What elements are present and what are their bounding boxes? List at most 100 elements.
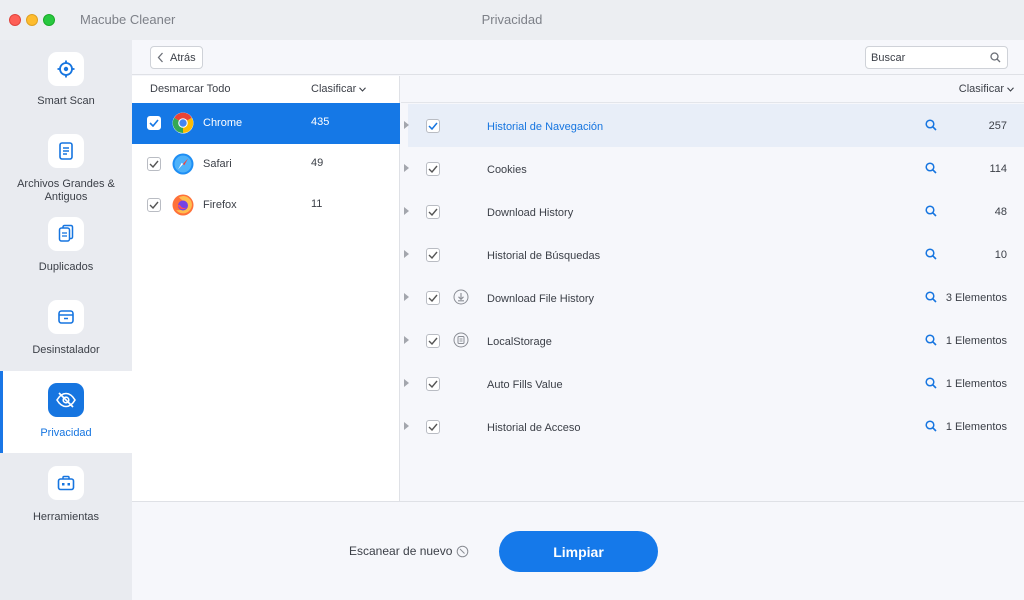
preview-search-icon[interactable] — [925, 205, 937, 217]
checkbox[interactable] — [426, 420, 440, 434]
sort-dropdown[interactable]: Clasificar — [959, 83, 1014, 95]
checkbox[interactable] — [147, 116, 161, 130]
rescan-button[interactable]: Escanear de nuevo — [349, 544, 469, 558]
preview-search-icon[interactable] — [925, 162, 937, 174]
nav-item-smart-scan[interactable]: Smart Scan — [0, 40, 132, 122]
browser-row-chrome[interactable]: Chrome 435 — [132, 103, 400, 144]
item-row-autofills[interactable]: Auto Fills Value 1 Elementos — [401, 362, 1024, 405]
firefox-logo-icon — [172, 194, 194, 216]
browser-list-panel: Desmarcar Todo Clasificar Chrome 435 Saf… — [132, 76, 400, 501]
preview-search-icon[interactable] — [925, 420, 937, 432]
app-name: Macube Cleaner — [80, 12, 176, 27]
browser-row-firefox[interactable]: Firefox 11 — [132, 185, 400, 226]
rescan-label: Escanear de nuevo — [349, 544, 453, 558]
search-icon[interactable] — [990, 52, 1001, 63]
item-name: Cookies — [487, 164, 527, 176]
minimize-window-button[interactable] — [26, 14, 38, 26]
browser-row-safari[interactable]: Safari 49 — [132, 144, 400, 185]
checkmark-icon — [428, 165, 438, 173]
expand-arrow-icon[interactable] — [404, 379, 409, 387]
expand-arrow-icon[interactable] — [404, 422, 409, 430]
checkmark-icon — [149, 201, 159, 209]
back-button[interactable]: Atrás — [150, 46, 203, 69]
item-row-browsing-history[interactable]: Historial de Navegación 257 — [401, 104, 1024, 147]
item-name: Historial de Búsquedas — [487, 250, 601, 262]
bottom-bar: Escanear de nuevo Limpiar — [132, 501, 1024, 600]
item-name: Auto Fills Value — [487, 379, 563, 391]
checkbox[interactable] — [426, 205, 440, 219]
sidebar-nav: Smart Scan Archivos Grandes & Antiguos D… — [0, 40, 132, 600]
checkbox[interactable] — [426, 248, 440, 262]
sort-dropdown[interactable]: Clasificar — [311, 83, 367, 95]
item-row-download-history[interactable]: Download History 48 — [401, 190, 1024, 233]
checkbox[interactable] — [426, 334, 440, 348]
download-circle-icon — [453, 289, 469, 305]
checkbox[interactable] — [147, 198, 161, 212]
preview-search-icon[interactable] — [925, 377, 937, 389]
expand-arrow-icon[interactable] — [404, 336, 409, 344]
checkmark-icon — [428, 208, 438, 216]
expand-arrow-icon[interactable] — [404, 164, 409, 172]
checkbox[interactable] — [426, 377, 440, 391]
sort-label: Clasificar — [311, 83, 357, 95]
item-name: Download History — [487, 207, 574, 219]
item-row-access-history[interactable]: Historial de Acceso 1 Elementos — [401, 405, 1024, 448]
chevron-down-icon — [1007, 86, 1014, 92]
preview-search-icon[interactable] — [925, 291, 937, 303]
nav-item-large-files[interactable]: Archivos Grandes & Antiguos — [0, 122, 132, 204]
preview-search-icon[interactable] — [925, 248, 937, 260]
preview-search-icon[interactable] — [925, 334, 937, 346]
uninstaller-icon — [48, 300, 84, 334]
checkmark-icon — [428, 251, 438, 259]
uncheck-all-button[interactable]: Desmarcar Todo — [150, 83, 231, 95]
item-count: 3 Elementos — [945, 292, 1007, 304]
checkbox[interactable] — [426, 119, 440, 133]
checkmark-icon — [428, 122, 438, 130]
expand-arrow-icon[interactable] — [404, 121, 409, 129]
chevron-left-icon — [157, 52, 163, 63]
items-header: Clasificar — [401, 76, 1024, 103]
expand-arrow-icon[interactable] — [404, 207, 409, 215]
item-count: 1 Elementos — [945, 378, 1007, 390]
item-name: Download File History — [487, 293, 594, 305]
item-count: 1 Elementos — [945, 335, 1007, 347]
item-count: 257 — [988, 120, 1007, 132]
duplicates-icon — [48, 217, 84, 251]
expand-arrow-icon[interactable] — [404, 293, 409, 301]
checkmark-icon — [149, 119, 159, 127]
item-count: 114 — [989, 163, 1007, 175]
browser-name: Safari — [203, 158, 232, 170]
nav-item-tools[interactable]: Herramientas — [0, 454, 132, 536]
browser-list-header: Desmarcar Todo Clasificar — [132, 76, 400, 103]
search-input[interactable] — [865, 46, 1008, 69]
item-count: 48 — [994, 206, 1007, 218]
checkbox[interactable] — [147, 157, 161, 171]
nav-label: Desinstalador — [32, 344, 100, 356]
back-button-label: Atrás — [170, 51, 196, 64]
expand-arrow-icon[interactable] — [404, 250, 409, 258]
nav-item-duplicates[interactable]: Duplicados — [0, 205, 132, 287]
nav-label: Duplicados — [38, 261, 94, 273]
browser-count: 11 — [311, 198, 323, 210]
sort-label: Clasificar — [958, 83, 1004, 95]
checkbox[interactable] — [426, 291, 440, 305]
checkbox[interactable] — [426, 162, 440, 176]
title-bar: Macube Cleaner Privacidad — [0, 0, 1024, 40]
nav-item-privacy[interactable]: Privacidad — [0, 371, 132, 453]
browser-name: Chrome — [203, 117, 243, 129]
close-window-button[interactable] — [9, 14, 21, 26]
preview-search-icon[interactable] — [925, 119, 937, 131]
storage-circle-icon — [453, 332, 469, 348]
item-row-download-file-history[interactable]: Download File History 3 Elementos — [401, 276, 1024, 319]
clean-button[interactable]: Limpiar — [499, 531, 658, 572]
item-row-search-history[interactable]: Historial de Búsquedas 10 — [401, 233, 1024, 276]
item-count: 1 Elementos — [945, 421, 1007, 433]
item-name: Historial de Acceso — [487, 422, 581, 434]
nav-item-uninstaller[interactable]: Desinstalador — [0, 288, 132, 370]
zoom-window-button[interactable] — [43, 14, 55, 26]
browser-name: Firefox — [203, 199, 237, 211]
item-row-cookies[interactable]: Cookies 114 — [401, 147, 1024, 190]
checkmark-icon — [428, 423, 438, 431]
browser-count: 435 — [311, 116, 330, 128]
item-row-localstorage[interactable]: LocalStorage 1 Elementos — [401, 319, 1024, 362]
